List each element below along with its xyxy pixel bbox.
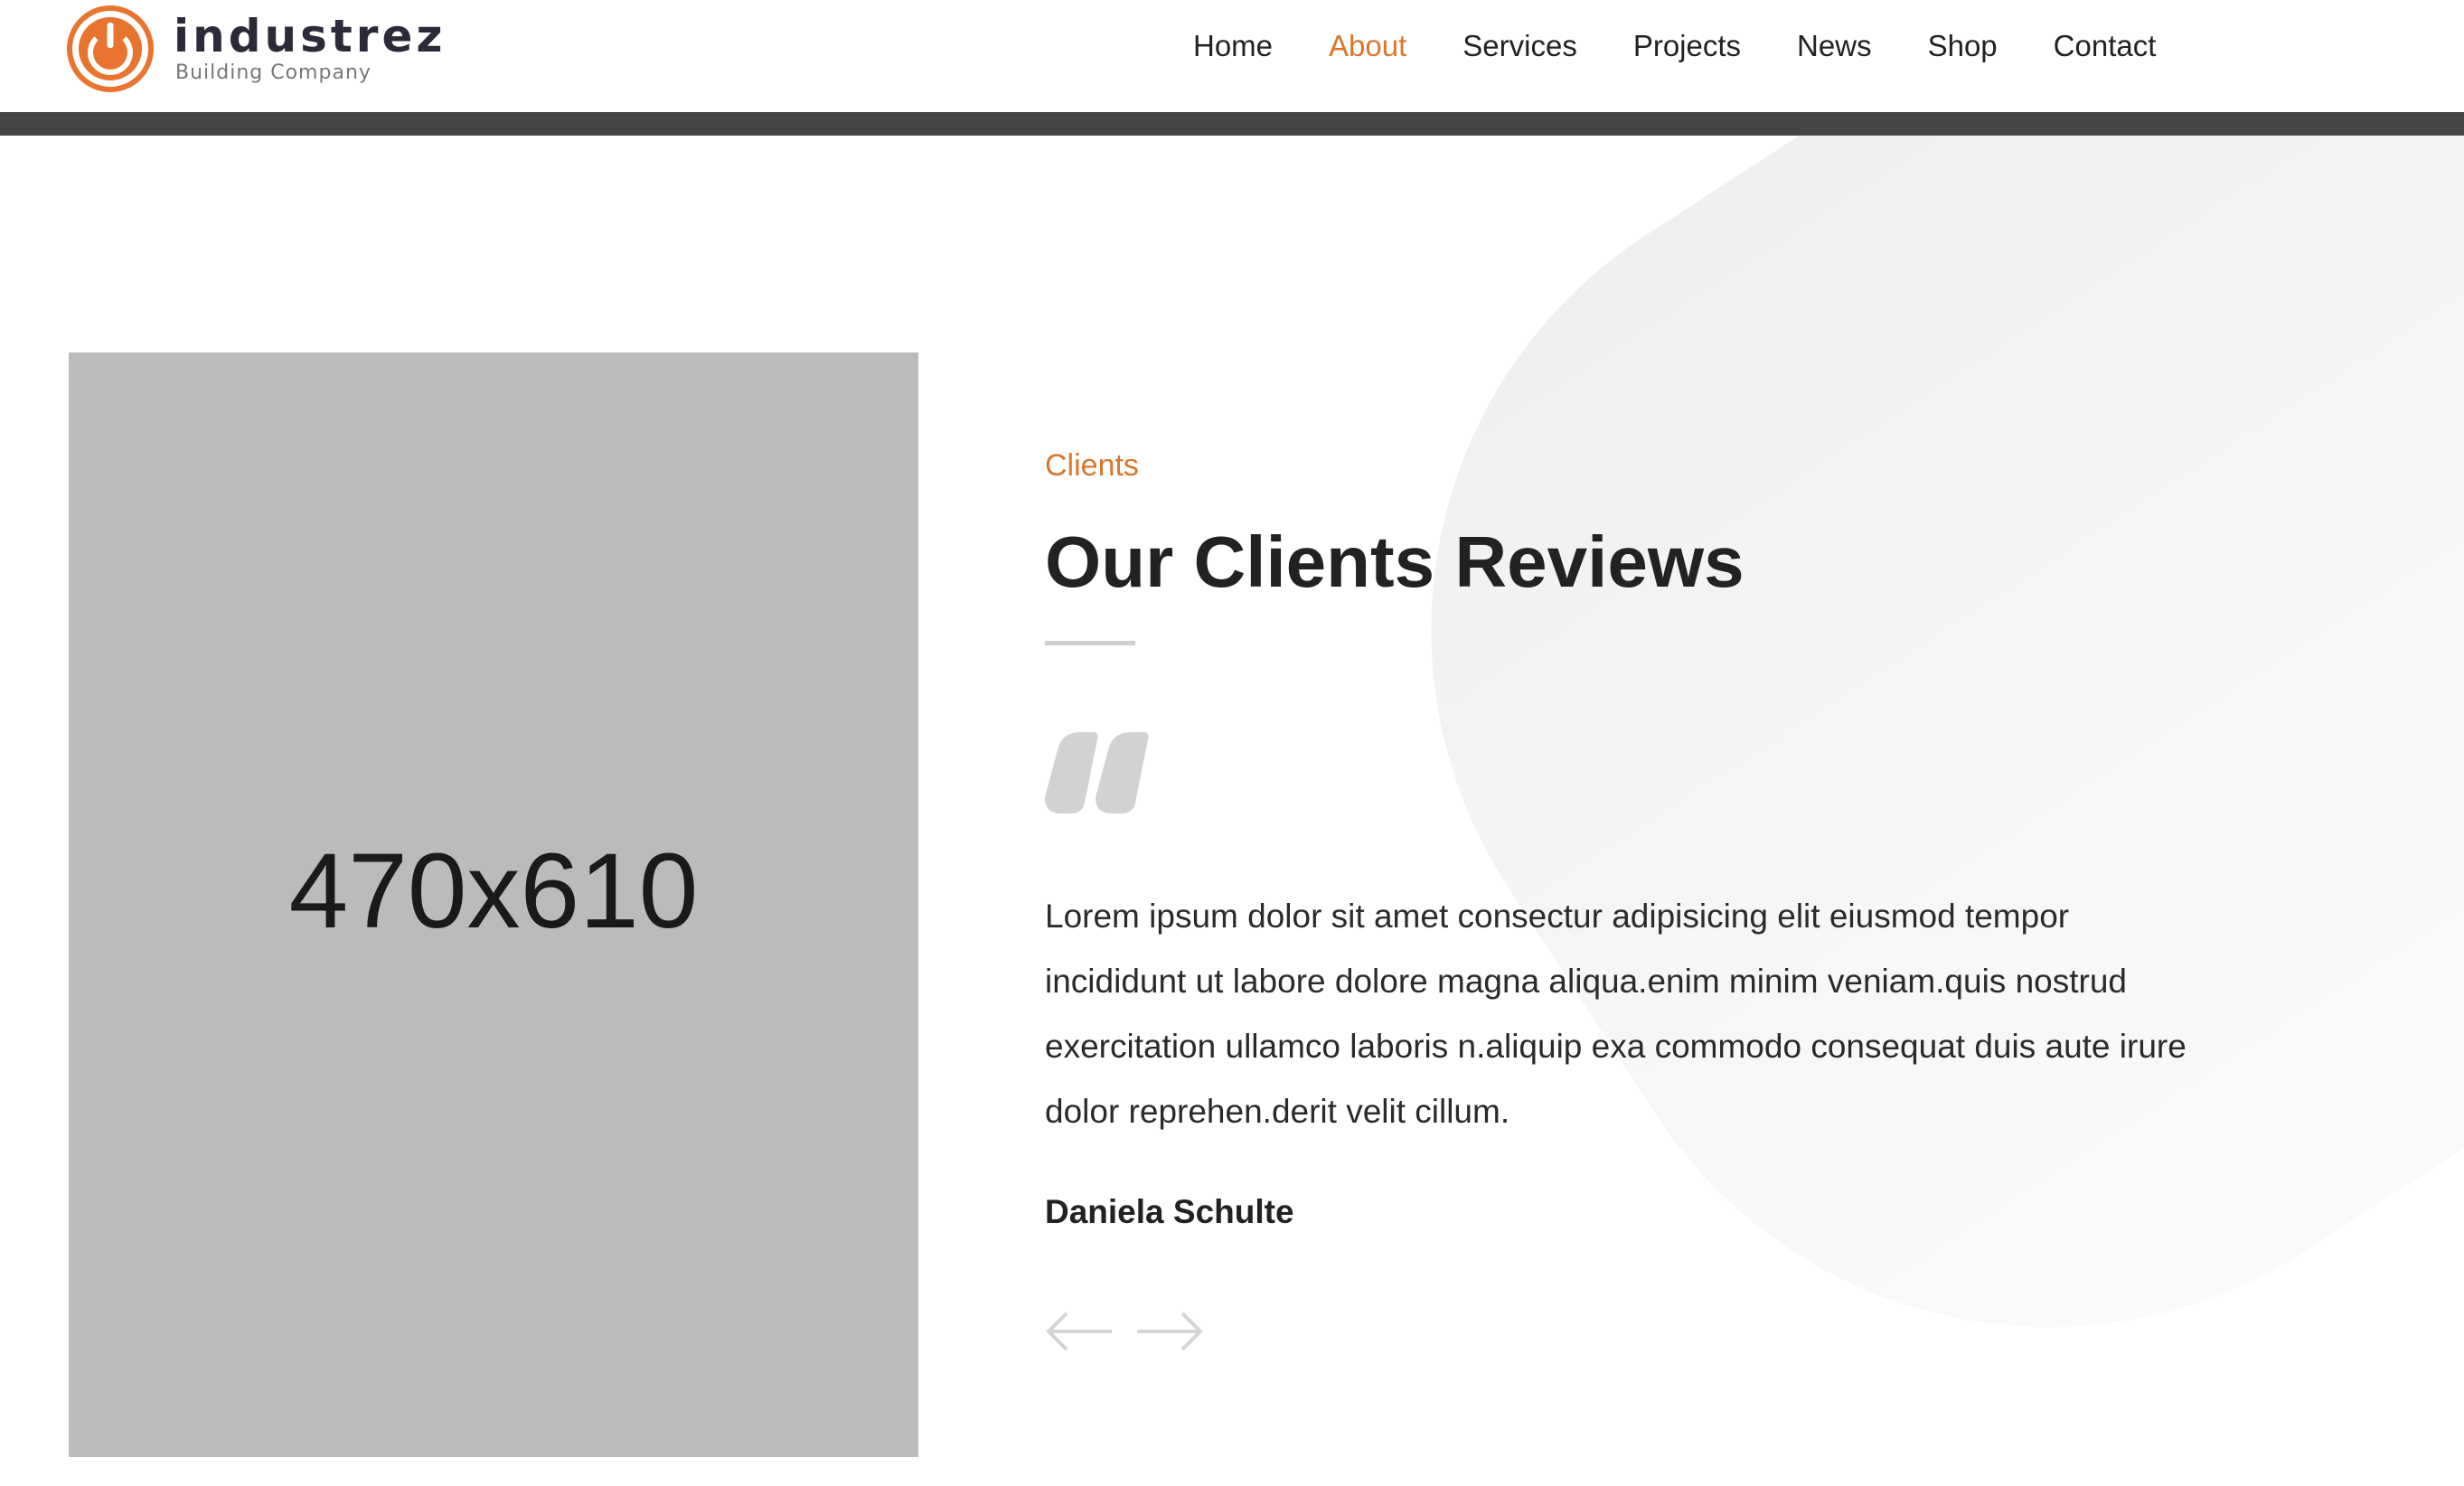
logo[interactable]: industrez Building Company [67,4,446,94]
nav-item-news[interactable]: News [1797,29,1872,63]
main-nav: Home About Services Projects News Shop C… [1193,24,2156,69]
carousel-controls [1045,1311,1226,1352]
review-text: Lorem ipsum dolor sit amet consectur adi… [1045,898,2187,1130]
nav-item-services[interactable]: Services [1462,29,1577,63]
placeholder-size-label: 470x610 [288,832,699,951]
quote-icon [1045,732,1149,814]
logo-text: industrez Building Company [174,12,446,86]
site-header: industrez Building Company Home About Se… [0,0,2464,112]
review-author: Daniela Schulte [1045,1193,1294,1230]
nav-item-about[interactable]: About [1329,29,1406,63]
arrow-right-icon[interactable] [1135,1311,1204,1352]
nav-item-shop[interactable]: Shop [1928,29,1998,63]
client-photo-placeholder: 470x610 [69,353,918,1457]
brand-name: industrez [174,10,447,62]
power-logo-icon [67,5,154,92]
header-bottom-bar [0,112,2464,136]
nav-item-contact[interactable]: Contact [2054,29,2157,63]
title-divider [1045,641,1135,645]
section-kicker: Clients [1045,448,1139,483]
background-shape [1251,0,2464,1486]
brand-tagline: Building Company [175,61,371,84]
arrow-left-icon[interactable] [1045,1311,1114,1352]
section-title: Our Clients Reviews [1045,522,1745,602]
nav-item-home[interactable]: Home [1193,29,1273,63]
page: industrez Building Company Home About Se… [0,0,2464,1486]
nav-item-projects[interactable]: Projects [1633,29,1741,63]
